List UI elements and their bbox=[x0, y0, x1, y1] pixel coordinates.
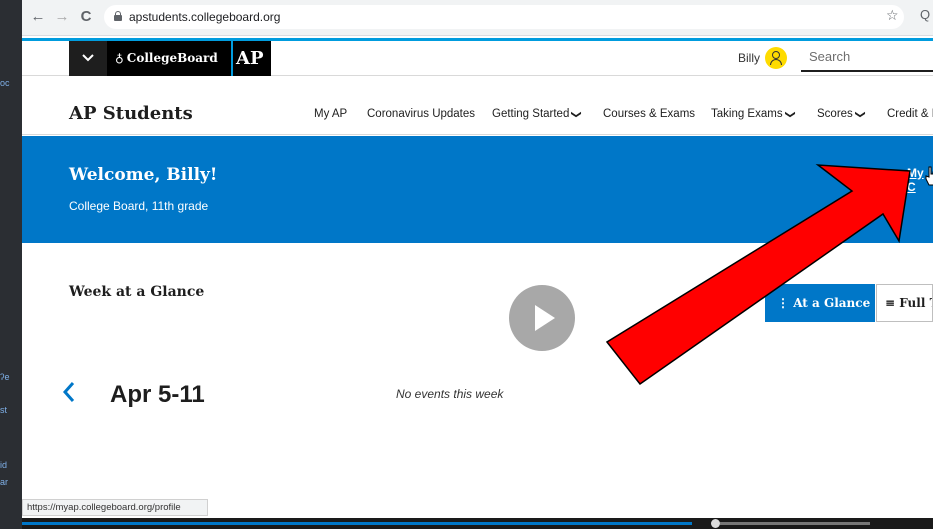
global-header: ♁ CollegeBoard AP Billy Search bbox=[22, 38, 933, 76]
progress-fill bbox=[22, 522, 692, 525]
play-icon[interactable] bbox=[509, 285, 575, 351]
side-fragment: ar bbox=[0, 477, 9, 487]
screen: oc ʔe st id ar ← → C apstudents.collegeb… bbox=[0, 0, 933, 529]
list-icon: ≡ bbox=[885, 296, 896, 310]
chevron-down-icon[interactable] bbox=[69, 41, 107, 76]
acorn-icon: ♁ bbox=[115, 51, 124, 65]
side-fragment: id bbox=[0, 460, 8, 470]
at-a-glance-toggle[interactable]: ⋮ At a Glance bbox=[765, 284, 875, 322]
address-bar[interactable]: apstudents.collegeboard.org bbox=[104, 5, 904, 29]
user-subtitle: College Board, 11th grade bbox=[69, 199, 209, 213]
chevron-down-icon: ❯ bbox=[854, 110, 866, 119]
video-progress-bar[interactable] bbox=[22, 518, 933, 529]
site-title[interactable]: AP Students bbox=[69, 103, 193, 124]
nav-item-credit[interactable]: Credit & P bbox=[887, 108, 933, 120]
chevron-down-icon: ❯ bbox=[571, 110, 583, 119]
url-text: apstudents.collegeboard.org bbox=[129, 10, 281, 24]
nav-item-scores[interactable]: Scores ❯ bbox=[817, 108, 866, 120]
chevron-left-icon bbox=[62, 382, 75, 402]
scrubber-handle[interactable] bbox=[711, 519, 720, 528]
welcome-banner: Welcome, Billy! College Board, 11th grad… bbox=[22, 136, 933, 243]
status-url-bar: https://myap.collegeboard.org/profile bbox=[22, 499, 208, 516]
user-avatar-icon[interactable] bbox=[765, 47, 787, 69]
back-button[interactable]: ← bbox=[28, 7, 48, 27]
side-fragment: st bbox=[0, 405, 8, 415]
nav-item-getting-started[interactable]: Getting Started ❯ bbox=[492, 108, 583, 120]
user-name[interactable]: Billy bbox=[738, 51, 760, 65]
ap-logo[interactable]: AP bbox=[231, 41, 271, 76]
nav-item-courses-exams[interactable]: Courses & Exams bbox=[603, 108, 695, 120]
no-events-message: No events this week bbox=[396, 387, 504, 401]
welcome-heading: Welcome, Billy! bbox=[69, 165, 218, 185]
nav-item-taking-exams[interactable]: Taking Exams ❯ bbox=[711, 108, 796, 120]
full-view-toggle[interactable]: ≡ Full T bbox=[876, 284, 933, 322]
browser-toolbar: ← → C apstudents.collegeboard.org ☆ Q bbox=[22, 0, 933, 36]
buffer-bar bbox=[720, 522, 870, 525]
bookmark-star-icon[interactable]: ☆ bbox=[886, 7, 899, 24]
side-fragment: ʔe bbox=[0, 372, 10, 382]
side-fragment: oc bbox=[0, 78, 10, 88]
side-window-strip: oc ʔe st id ar bbox=[0, 0, 22, 529]
brand-text: CollegeBoard bbox=[126, 51, 218, 65]
search-input[interactable]: Search bbox=[801, 42, 933, 72]
forward-button[interactable]: → bbox=[52, 7, 72, 27]
lock-icon bbox=[114, 11, 122, 21]
week-at-a-glance-heading: Week at a Glance bbox=[69, 284, 205, 300]
nav-item-my-ap[interactable]: My AP bbox=[314, 108, 347, 120]
chevron-down-icon: ❯ bbox=[784, 110, 796, 119]
nav-item-coronavirus-updates[interactable]: Coronavirus Updates bbox=[367, 108, 475, 120]
week-range: Apr 5-11 bbox=[110, 381, 205, 408]
hand-cursor-icon bbox=[925, 166, 933, 186]
extension-icon[interactable]: Q bbox=[920, 7, 930, 22]
grip-icon: ⋮ bbox=[777, 296, 789, 310]
reload-button[interactable]: C bbox=[76, 7, 96, 27]
collegeboard-logo[interactable]: ♁ CollegeBoard bbox=[107, 41, 231, 76]
previous-week-button[interactable] bbox=[62, 380, 76, 410]
site-nav: AP Students My AP Coronavirus Updates Ge… bbox=[22, 77, 933, 135]
